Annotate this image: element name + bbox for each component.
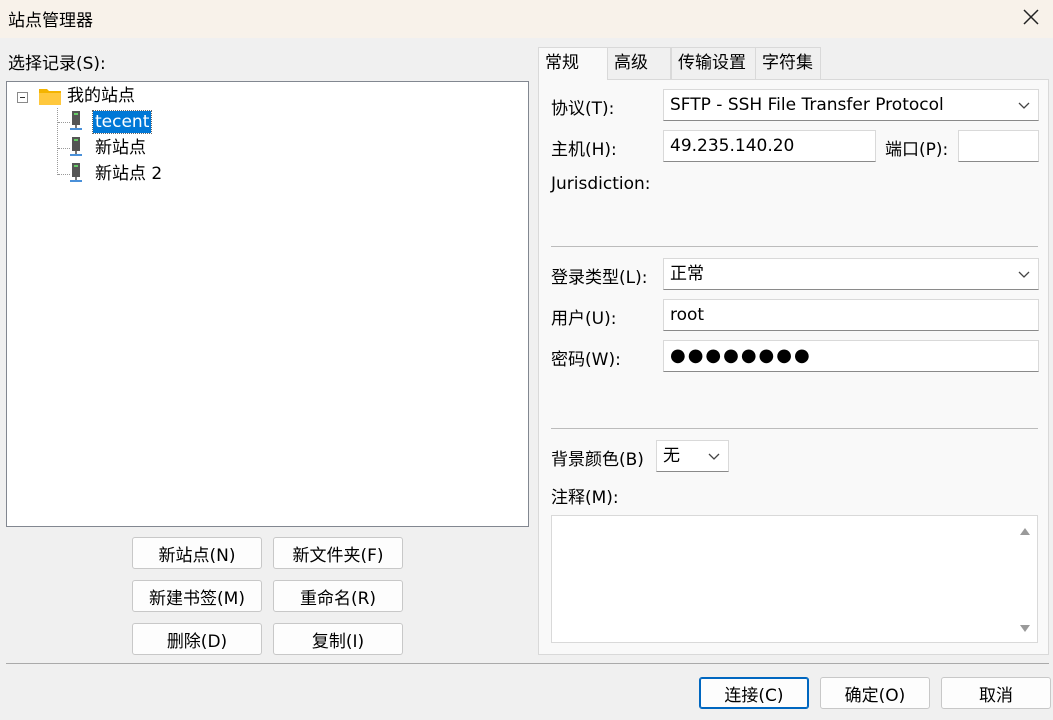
comments-textarea[interactable]: [551, 515, 1038, 643]
select-entry-label: 选择记录(S):: [8, 54, 106, 74]
logon-type-select[interactable]: 正常: [663, 258, 1039, 290]
footer-separator: [6, 663, 1049, 664]
separator: [551, 428, 1038, 429]
server-icon: [70, 137, 82, 156]
tree-item-tecent[interactable]: tecent: [91, 110, 153, 134]
connect-button[interactable]: 连接(C): [699, 677, 809, 709]
chevron-down-icon: [1018, 102, 1030, 109]
background-color-select[interactable]: 无: [656, 440, 729, 472]
site-tree[interactable]: 我的站点 tecent 新站点 新站点 2: [6, 81, 529, 527]
chevron-down-icon: [1018, 271, 1030, 278]
new-bookmark-button[interactable]: 新建书签(M): [132, 580, 262, 612]
server-icon: [70, 163, 82, 182]
port-label: 端口(P):: [885, 140, 949, 160]
tab-charset[interactable]: 字符集: [755, 47, 821, 79]
background-color-label: 背景颜色(B): [551, 450, 644, 470]
chevron-down-icon: [708, 453, 720, 460]
tab-transfer-settings[interactable]: 传输设置: [671, 47, 756, 79]
protocol-label: 协议(T):: [551, 99, 615, 119]
general-panel: 协议(T): SFTP - SSH File Transfer Protocol…: [538, 79, 1049, 655]
logon-type-value: 正常: [670, 264, 704, 284]
cancel-button[interactable]: 取消: [941, 677, 1051, 709]
folder-icon: [39, 89, 61, 105]
window-title: 站点管理器: [8, 11, 93, 31]
tree-root-my-sites[interactable]: 我的站点: [65, 85, 137, 107]
rename-button[interactable]: 重命名(R): [273, 580, 403, 612]
tree-item-new-site-2[interactable]: 新站点 2: [93, 163, 164, 185]
tree-item-new-site[interactable]: 新站点: [93, 137, 148, 159]
separator: [551, 246, 1038, 247]
close-icon[interactable]: [1019, 5, 1043, 29]
copy-button[interactable]: 复制(I): [273, 623, 403, 655]
collapse-toggle[interactable]: [17, 92, 28, 103]
host-label: 主机(H):: [551, 140, 617, 160]
title-bar: 站点管理器: [0, 0, 1053, 38]
logon-type-label: 登录类型(L):: [551, 268, 648, 288]
delete-button[interactable]: 删除(D): [132, 623, 262, 655]
tree-connector: [57, 108, 58, 175]
scroll-down-icon[interactable]: [1019, 624, 1031, 634]
comments-label: 注释(M):: [551, 488, 619, 508]
background-color-value: 无: [663, 446, 680, 466]
host-input[interactable]: 49.235.140.20: [663, 130, 876, 162]
user-input[interactable]: root: [663, 299, 1039, 331]
user-label: 用户(U):: [551, 309, 617, 329]
tab-general[interactable]: 常规: [538, 47, 608, 80]
ok-button[interactable]: 确定(O): [820, 677, 930, 709]
protocol-value: SFTP - SSH File Transfer Protocol: [670, 95, 944, 115]
tab-advanced[interactable]: 高级: [607, 47, 671, 79]
new-site-button[interactable]: 新站点(N): [132, 537, 262, 569]
scroll-up-icon[interactable]: [1019, 526, 1031, 536]
server-icon: [70, 111, 82, 130]
password-input[interactable]: ●●●●●●●●: [663, 340, 1039, 372]
password-label: 密码(W):: [551, 350, 621, 370]
jurisdiction-label: Jurisdiction:: [551, 174, 651, 194]
protocol-select[interactable]: SFTP - SSH File Transfer Protocol: [663, 89, 1039, 121]
new-folder-button[interactable]: 新文件夹(F): [273, 537, 403, 569]
port-input[interactable]: [958, 130, 1039, 162]
